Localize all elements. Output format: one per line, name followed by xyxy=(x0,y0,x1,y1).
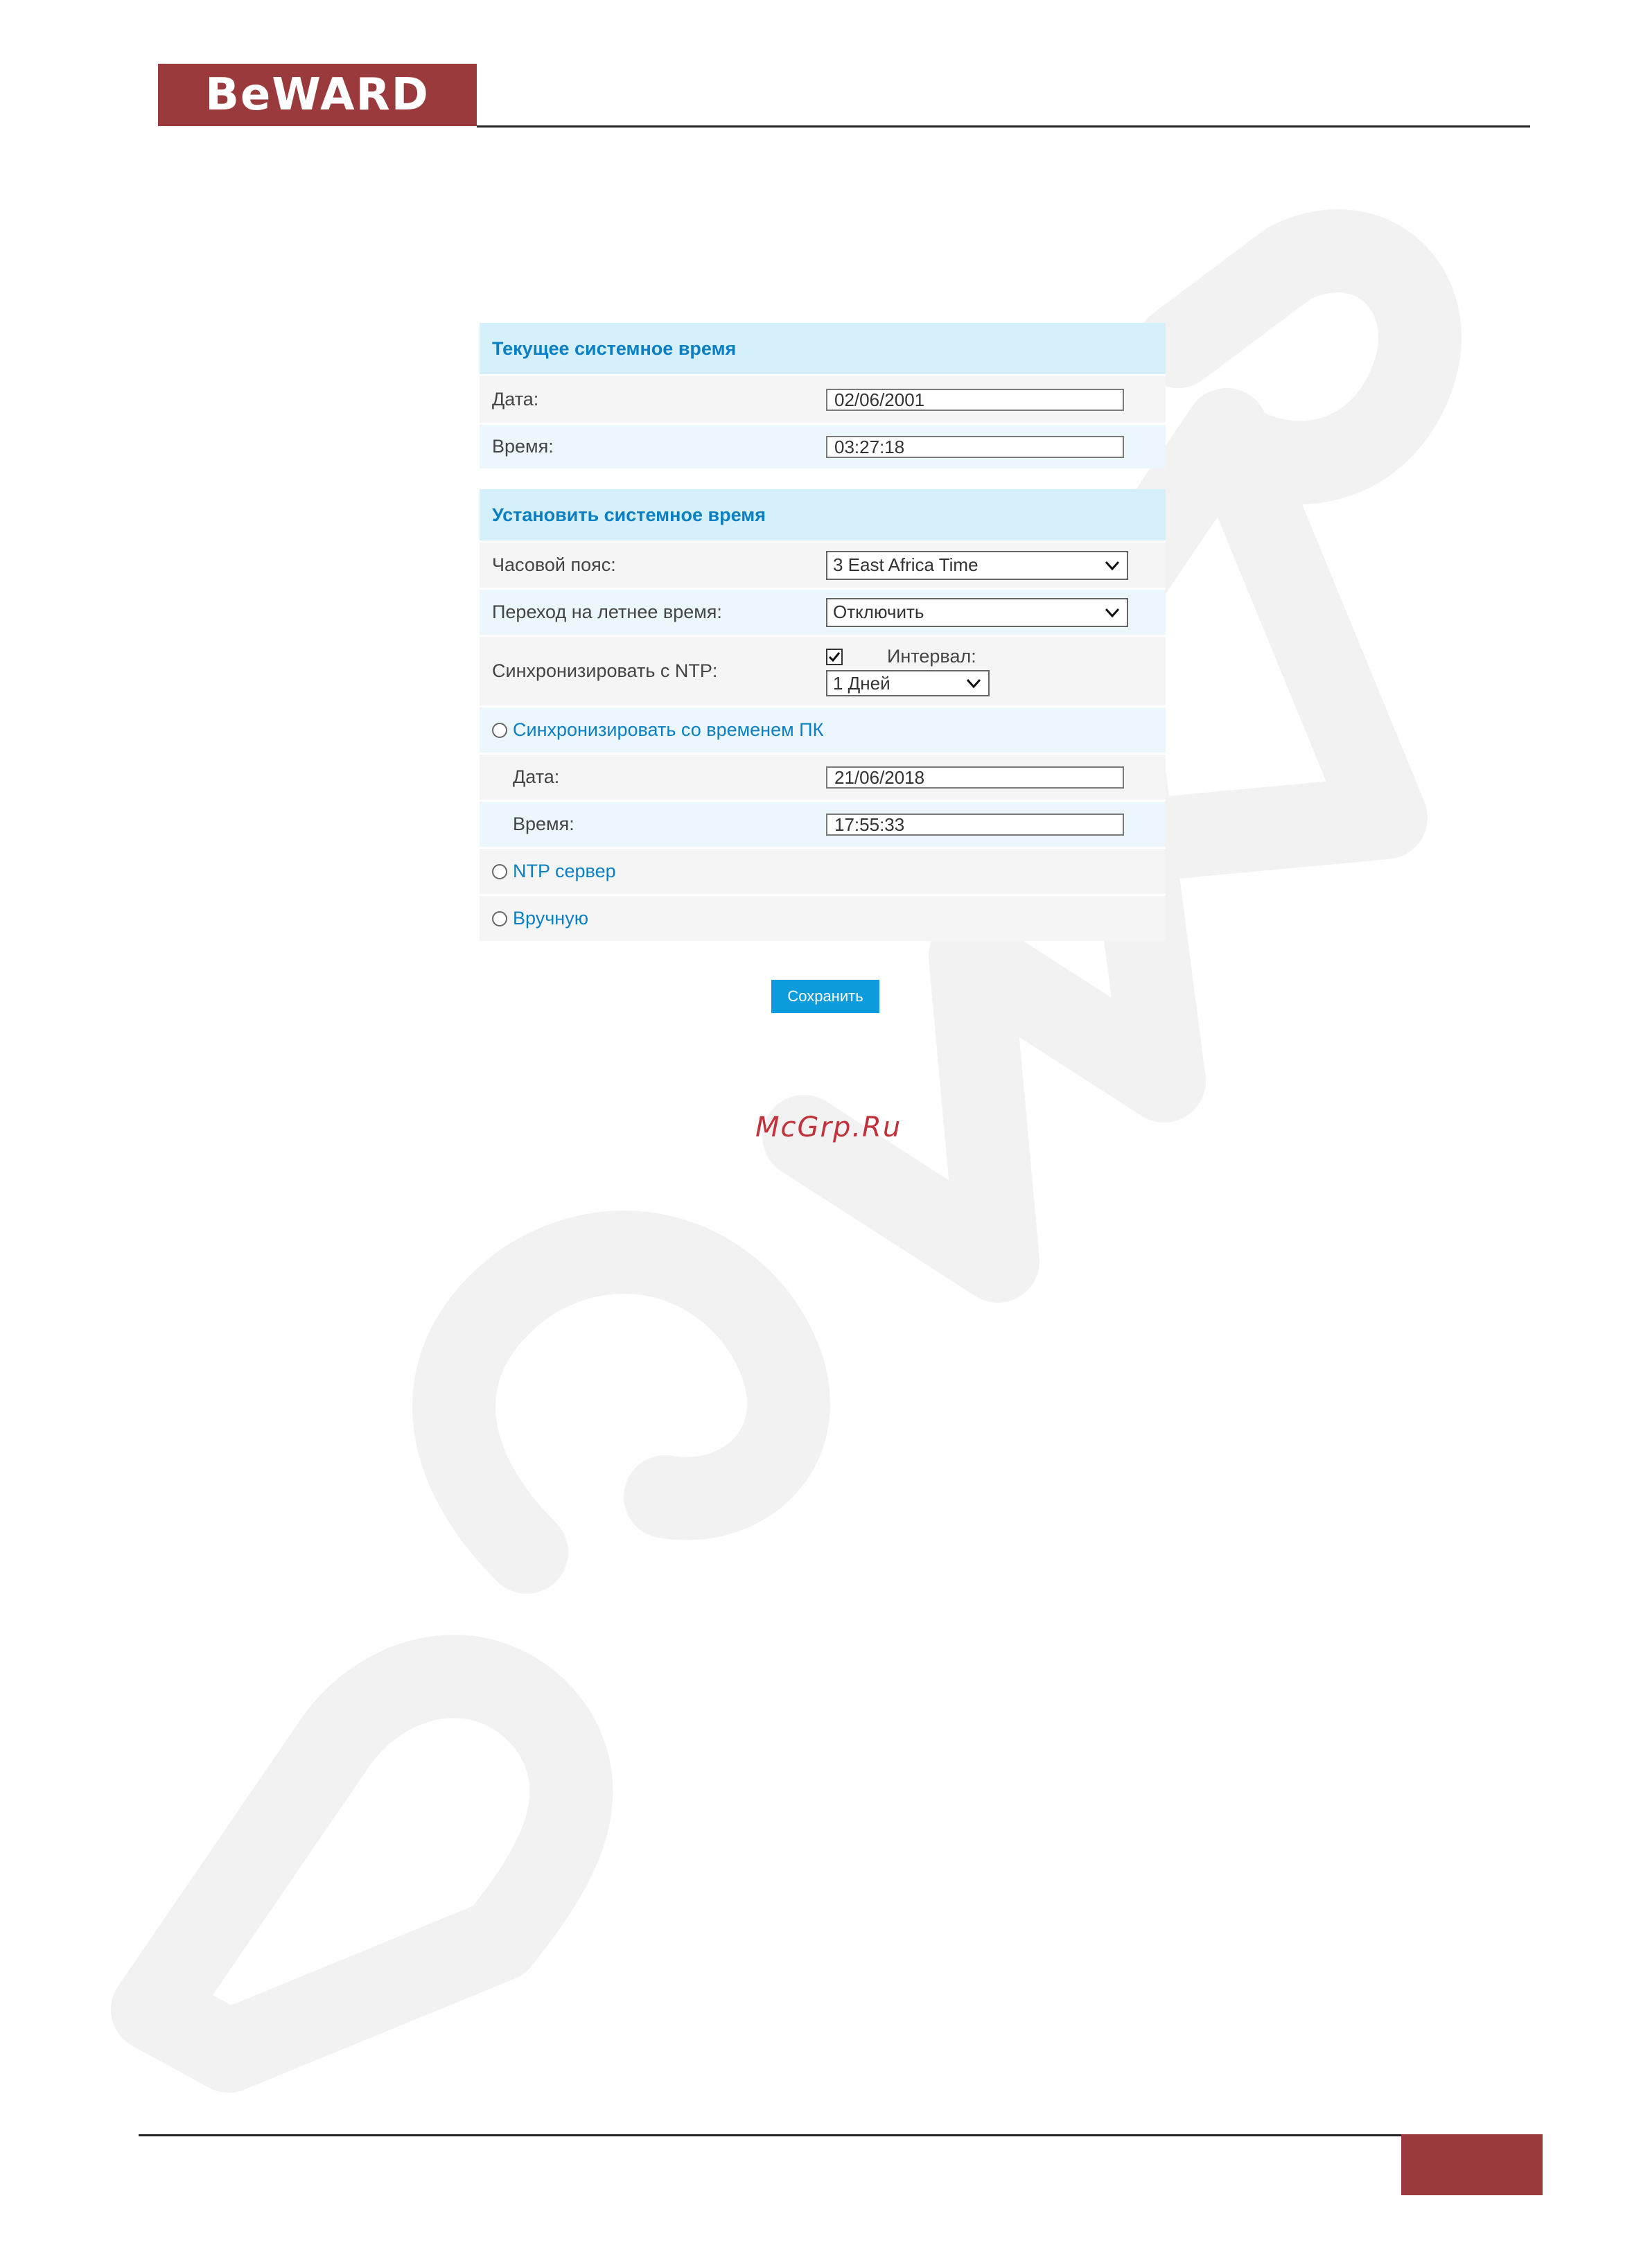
checkmark-icon xyxy=(828,651,841,662)
logo-text: BeWARD xyxy=(205,69,430,121)
watermark-site-text: McGrp.Ru xyxy=(755,1111,902,1143)
current-time-label: Время: xyxy=(492,436,554,457)
beward-logo: BeWARD xyxy=(158,64,477,126)
ntp-server-radio[interactable] xyxy=(492,863,507,879)
current-time-title-text: Текущее системное время xyxy=(492,337,737,359)
pc-sync-radio[interactable] xyxy=(492,722,507,738)
dst-selected-value: Отключить xyxy=(833,601,924,622)
current-date-label: Дата: xyxy=(492,389,539,410)
pc-date-label: Дата: xyxy=(513,766,560,787)
current-date-field[interactable]: 02/06/2001 xyxy=(826,388,1124,411)
interval-select[interactable]: 1 Дней xyxy=(826,670,990,696)
chevron-down-icon xyxy=(1105,608,1120,617)
current-time-field[interactable]: 03:27:18 xyxy=(826,435,1124,458)
timezone-selected-value: 3 East Africa Time xyxy=(833,554,978,575)
timezone-label: Часовой пояс: xyxy=(492,554,616,575)
pc-time-field[interactable]: 17:55:33 xyxy=(826,813,1124,836)
interval-selected-value: 1 Дней xyxy=(833,672,890,694)
timezone-row: Часовой пояс: 3 East Africa Time xyxy=(480,540,1166,588)
ntp-sync-checkbox[interactable] xyxy=(826,648,843,665)
header-divider xyxy=(477,125,1530,128)
set-time-section-title: Установить системное время xyxy=(480,489,1166,540)
timezone-select[interactable]: 3 East Africa Time xyxy=(826,550,1128,580)
pc-time-row: Время: 17:55:33 xyxy=(480,800,1166,847)
manual-radio[interactable] xyxy=(492,911,507,926)
pc-sync-label: Синхронизировать со временем ПК xyxy=(513,719,824,740)
dst-select[interactable]: Отключить xyxy=(826,597,1128,627)
current-date-row: Дата: 02/06/2001 xyxy=(480,374,1166,423)
footer-brand-block xyxy=(1401,2134,1543,2195)
pc-sync-option[interactable]: Синхронизировать со временем ПК xyxy=(480,705,1166,753)
ntp-server-option[interactable]: NTP сервер xyxy=(480,847,1166,894)
manual-option[interactable]: Вручную xyxy=(480,894,1166,941)
save-button[interactable]: Сохранить xyxy=(771,980,879,1013)
time-settings-panel: Текущее системное время Дата: 02/06/2001… xyxy=(480,323,1166,941)
chevron-down-icon xyxy=(1105,561,1120,570)
set-time-title-text: Установить системное время xyxy=(492,504,766,525)
current-time-row: Время: 03:27:18 xyxy=(480,423,1166,468)
ntp-sync-label: Синхронизировать с NTP: xyxy=(492,660,718,681)
manual-label: Вручную xyxy=(513,908,588,929)
ntp-sync-row: Синхронизировать с NTP: Интервал: 1 Дней xyxy=(480,635,1166,705)
pc-date-field[interactable]: 21/06/2018 xyxy=(826,766,1124,789)
pc-time-label: Время: xyxy=(513,814,574,834)
ntp-server-label: NTP сервер xyxy=(513,861,616,881)
pc-date-row: Дата: 21/06/2018 xyxy=(480,753,1166,800)
interval-label: Интервал: xyxy=(887,646,976,667)
dst-label: Переход на летнее время: xyxy=(492,601,722,622)
dst-row: Переход на летнее время: Отключить xyxy=(480,588,1166,635)
current-time-section-title: Текущее системное время xyxy=(480,323,1166,374)
footer-divider xyxy=(139,2134,1414,2136)
chevron-down-icon xyxy=(966,678,981,689)
